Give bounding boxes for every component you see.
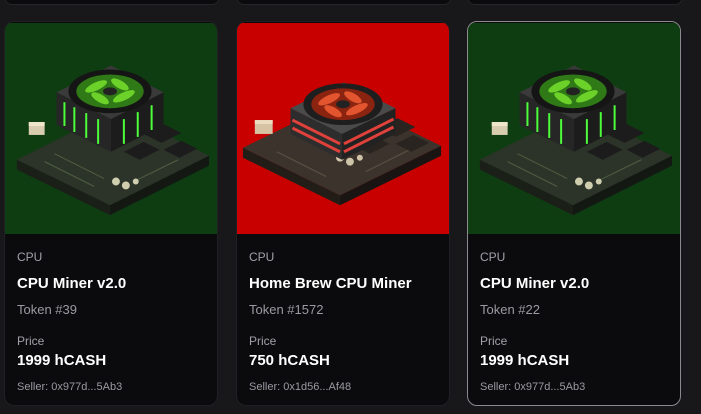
token-id: Token #22 [480,302,540,317]
listing-card[interactable]: CPU CPU Miner v2.0 Token #22 Price 1999 … [467,21,681,406]
price-value: 1999 hCASH [480,352,570,369]
category-label: CPU [480,250,506,264]
listing-grid: CPU CPU Miner v2.0 Token #39 Price 1999 … [0,0,701,414]
price-label: Price [249,334,277,348]
price-label: Price [17,334,45,348]
cpu-miner-green-icon [468,22,680,235]
listing-card[interactable]: CPU CPU Miner v2.0 Token #39 Price 1999 … [4,21,218,406]
price-value: 1999 hCASH [17,352,107,369]
seller-address: Seller: 0x977d...5Ab3 [480,381,586,393]
price-value: 750 hCASH [249,352,330,369]
seller-address: Seller: 0x977d...5Ab3 [17,381,123,393]
item-name: CPU Miner v2.0 [17,275,127,292]
category-label: CPU [17,250,43,264]
item-name: CPU Miner v2.0 [480,275,590,292]
listing-card[interactable]: CPU Home Brew CPU Miner Token #1572 Pric… [236,21,450,406]
token-id: Token #1572 [249,302,324,317]
item-name: Home Brew CPU Miner [249,275,412,292]
token-id: Token #39 [17,302,77,317]
category-label: CPU [249,250,275,264]
price-label: Price [480,334,508,348]
cpu-miner-green-icon [5,22,217,235]
cpu-miner-red-icon [237,22,449,235]
seller-address: Seller: 0x1d56...Af48 [249,381,352,393]
